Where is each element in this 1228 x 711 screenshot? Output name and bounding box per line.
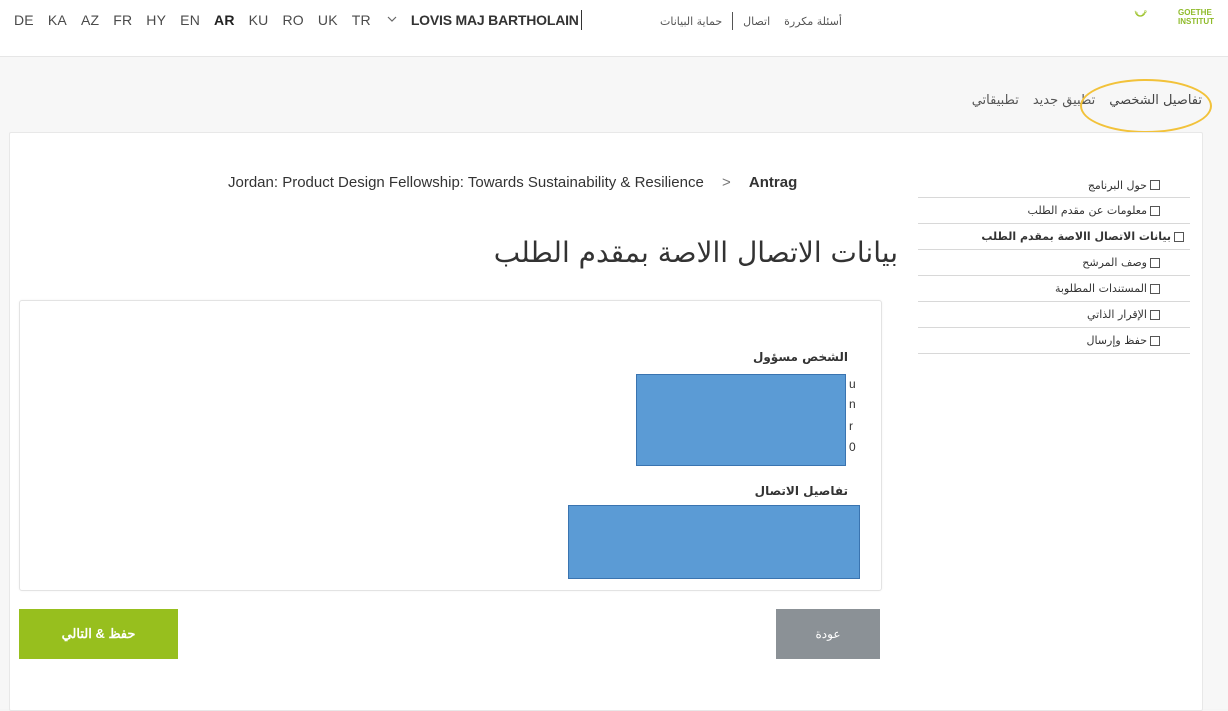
faq-link[interactable]: أسئلة مكررة	[784, 15, 842, 28]
responsible-person-peek-1: u	[849, 377, 856, 391]
step-label: معلومات عن مقدم الطلب	[1027, 204, 1147, 217]
contact-details-label: تفاصيل الاتصال	[754, 484, 848, 498]
top-bar: DE KA AZ FR HY EN AR KU RO UK TR LOVIS M…	[0, 0, 1228, 57]
user-divider	[580, 10, 582, 30]
step-label: حفظ وإرسال	[1086, 334, 1147, 347]
lang-ro[interactable]: RO	[283, 12, 304, 28]
checkbox-icon[interactable]	[1150, 335, 1160, 346]
breadcrumb-program[interactable]: Jordan: Product Design Fellowship: Towar…	[228, 174, 704, 191]
lang-en[interactable]: EN	[180, 12, 200, 28]
account-tabs: تفاصيل الشخصي تطبيق جديد تطبيقاتي	[958, 93, 1202, 108]
checkbox-icon[interactable]	[1174, 231, 1184, 242]
contact-link[interactable]: اتصال	[743, 15, 770, 28]
step-self-declaration[interactable]: الإقرار الذاتي	[918, 302, 1190, 328]
step-label: المستندات المطلوبة	[1055, 282, 1147, 295]
link-divider	[732, 12, 734, 30]
step-contact-data[interactable]: بيانات الاتصال االاصة بمقدم الطلب	[918, 224, 1190, 250]
lang-ar[interactable]: AR	[214, 12, 235, 28]
checkbox-icon[interactable]	[1150, 283, 1160, 294]
responsible-person-peek-2: n	[849, 397, 856, 411]
breadcrumb-current: Antrag	[748, 174, 798, 191]
lang-uk[interactable]: UK	[318, 12, 338, 28]
privacy-link[interactable]: حماية البيانات	[660, 15, 722, 28]
redacted-contact-details	[568, 505, 860, 579]
lang-de[interactable]: DE	[14, 12, 34, 28]
lang-fr[interactable]: FR	[113, 12, 132, 28]
step-label: وصف المرشح	[1082, 256, 1147, 269]
step-label: الإقرار الذاتي	[1087, 308, 1147, 321]
checkbox-icon[interactable]	[1150, 257, 1160, 268]
lang-az[interactable]: AZ	[81, 12, 99, 28]
checkbox-icon[interactable]	[1150, 309, 1160, 320]
save-next-button[interactable]: حفظ & التالي	[19, 609, 178, 659]
user-name[interactable]: LOVIS MAJ BARTHOLAIN	[411, 12, 579, 28]
step-label: بيانات الاتصال االاصة بمقدم الطلب	[981, 230, 1171, 243]
checkbox-icon[interactable]	[1150, 205, 1160, 216]
lang-tr[interactable]: TR	[352, 12, 371, 28]
step-candidate-description[interactable]: وصف المرشح	[918, 250, 1190, 276]
redacted-responsible-person	[636, 374, 846, 466]
tab-new-application[interactable]: تطبيق جديد	[1033, 93, 1095, 108]
lang-ku[interactable]: KU	[249, 12, 269, 28]
step-applicant-info[interactable]: معلومات عن مقدم الطلب	[918, 198, 1190, 224]
step-save-submit[interactable]: حفظ وإرسال	[918, 328, 1190, 354]
step-label: حول البرنامج	[1087, 178, 1147, 192]
chevron-down-icon[interactable]	[387, 14, 397, 24]
responsible-person-label: الشخص مسؤول	[752, 350, 848, 364]
utility-links: أسئلة مكررة اتصال حماية البيانات	[660, 12, 842, 30]
tab-personal-details[interactable]: تفاصيل الشخصي	[1109, 93, 1202, 108]
goethe-logo-icon[interactable]	[1133, 2, 1173, 24]
application-steps: حول البرنامج معلومات عن مقدم الطلب بيانا…	[918, 172, 1190, 354]
step-about-program[interactable]: حول البرنامج	[918, 172, 1190, 198]
lang-ka[interactable]: KA	[48, 12, 67, 28]
responsible-person-peek-3: r	[849, 419, 853, 433]
language-switcher: DE KA AZ FR HY EN AR KU RO UK TR LOVIS M…	[14, 10, 582, 30]
lang-hy[interactable]: HY	[146, 12, 166, 28]
logo-text: GOETHE INSTITUT	[1178, 8, 1214, 26]
step-required-documents[interactable]: المستندات المطلوبة	[918, 276, 1190, 302]
responsible-person-peek-4: 0	[849, 440, 856, 454]
page-title: بيانات الاتصال االاصة بمقدم الطلب	[493, 236, 898, 269]
checkbox-icon[interactable]	[1150, 180, 1160, 190]
back-button[interactable]: عودة	[776, 609, 880, 659]
tab-my-applications[interactable]: تطبيقاتي	[972, 93, 1019, 108]
breadcrumb-separator: >	[721, 174, 731, 191]
breadcrumb: Jordan: Product Design Fellowship: Towar…	[228, 174, 797, 191]
